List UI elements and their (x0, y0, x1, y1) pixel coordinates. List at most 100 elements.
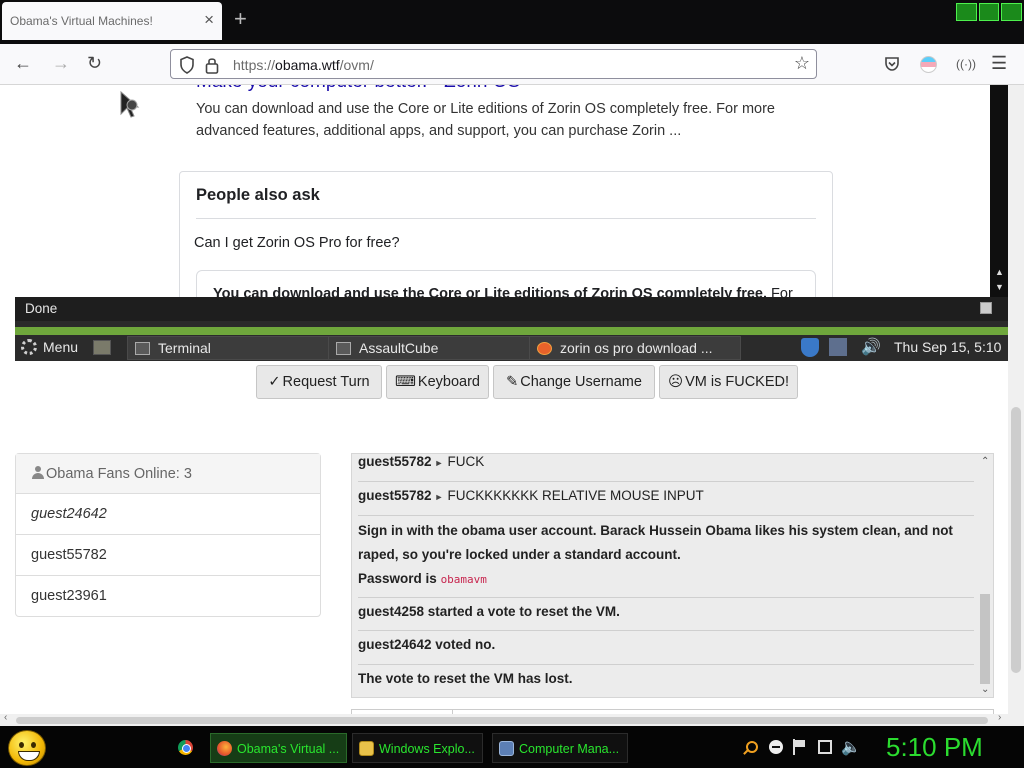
frown-icon: ☹ (667, 374, 684, 390)
divider (358, 515, 974, 516)
divider (358, 597, 974, 598)
vm-task-terminal[interactable]: Terminal (127, 336, 339, 360)
menu-gear-icon (21, 339, 37, 355)
action-center-flag-icon[interactable] (793, 739, 807, 755)
chat-message: guest55782 ► FUCK (358, 454, 974, 469)
user-list-item[interactable]: guest23961 (16, 576, 320, 617)
keyboard-label: Keyboard (417, 374, 480, 390)
divider (358, 664, 974, 665)
vm-menu-button[interactable]: Menu (21, 339, 78, 355)
network-icon[interactable] (829, 338, 847, 356)
close-window-icon[interactable] (1001, 3, 1023, 21)
username: guest23961 (31, 588, 107, 604)
browser-tab[interactable]: Obama's Virtual Machines! × (2, 2, 222, 40)
chat-arrow-icon: ► (434, 492, 444, 502)
vm-clock: Thu Sep 15, 5:10 (894, 339, 1002, 355)
divider (196, 218, 816, 219)
browser-tab-bar: Obama's Virtual Machines! × + (0, 0, 1024, 44)
vm-desktop-panel: Menu Terminal AssaultCube zorin os pro d… (15, 335, 1008, 361)
check-icon: ✓ (268, 374, 281, 390)
tracking-shield-icon[interactable] (179, 56, 195, 74)
chat-system-message: The vote to reset the VM has lost. (358, 671, 573, 686)
chat-username: guest55782 (358, 488, 432, 503)
vm-task-assaultcube[interactable]: AssaultCube (328, 336, 538, 360)
reload-icon[interactable]: ↻ (87, 54, 102, 72)
shield-icon[interactable] (801, 338, 819, 357)
search-icon[interactable] (746, 741, 758, 753)
volume-icon[interactable]: 🔊 (861, 337, 881, 357)
bookmark-star-icon[interactable]: ☆ (794, 54, 810, 72)
firefox-icon (537, 342, 552, 355)
scroll-right-icon[interactable]: › (998, 712, 1001, 723)
url-domain: obama.wtf (275, 57, 340, 73)
new-tab-icon[interactable]: + (234, 8, 247, 30)
back-arrow-icon[interactable]: ← (14, 54, 32, 72)
scrollbar-thumb[interactable] (16, 717, 988, 724)
scroll-up-icon[interactable]: ⌃ (981, 456, 989, 467)
page-vertical-scrollbar[interactable] (1008, 85, 1024, 715)
online-users-header: Obama Fans Online: 3 (16, 454, 320, 494)
vm-scrollbar[interactable]: ▲ ▼ (990, 85, 1008, 297)
vm-task-firefox[interactable]: zorin os pro download ... (529, 336, 741, 360)
forward-arrow-icon[interactable]: → (52, 54, 70, 72)
folder-icon[interactable] (93, 340, 111, 355)
minimize-circle-icon[interactable] (769, 740, 783, 754)
keyboard-button[interactable]: ⌨ Keyboard (386, 365, 489, 399)
request-turn-button[interactable]: ✓ Request Turn (256, 365, 382, 399)
scrollbar-thumb[interactable] (1011, 407, 1021, 673)
hamburger-menu-icon[interactable]: ☰ (991, 54, 1007, 72)
page-horizontal-scrollbar[interactable]: ‹ › (0, 712, 1024, 726)
minimize-icon[interactable] (956, 3, 977, 21)
taskbar-item-explorer[interactable]: Windows Explo... (352, 733, 483, 763)
change-username-button[interactable]: ✎ Change Username (493, 365, 655, 399)
chat-motd: Sign in with the obama user account. Bar… (358, 519, 974, 592)
search-result-heading[interactable]: Make your computer better. - Zorin OS (196, 85, 520, 93)
taskbar-clock[interactable]: 5:10 PM (886, 732, 983, 763)
vm-task-label: zorin os pro download ... (560, 340, 713, 356)
url-text: https://obama.wtf/ovm/ (233, 57, 374, 73)
motd-text: Sign in with the obama user account. Bar… (358, 523, 953, 562)
network-icon[interactable] (818, 740, 832, 754)
user-edit-icon: ✎ (506, 374, 519, 390)
scrollbar-thumb[interactable] (980, 594, 990, 684)
volume-icon[interactable]: 🔈 (841, 737, 861, 757)
taskbar-item-label: Obama's Virtual ... (237, 742, 340, 756)
scroll-up-icon[interactable]: ▲ (995, 267, 1004, 277)
vm-task-label: Terminal (158, 340, 211, 356)
pocket-icon[interactable] (884, 56, 900, 72)
address-bar[interactable]: https://obama.wtf/ovm/ ☆ (170, 49, 817, 79)
account-avatar-icon[interactable] (920, 56, 937, 73)
vm-broken-button[interactable]: ☹ VM is FUCKED! (659, 365, 798, 399)
scroll-down-icon[interactable]: ▼ (995, 282, 1004, 292)
browser-nav-bar: ← → ↻ https://obama.wtf/ovm/ ☆ ((·)) ☰ (0, 44, 1024, 85)
window-icon (336, 342, 351, 355)
chrome-icon[interactable] (178, 740, 193, 755)
change-username-label: Change Username (520, 374, 642, 390)
vm-task-label: AssaultCube (359, 340, 439, 356)
user-list-item[interactable]: guest55782 (16, 535, 320, 576)
paa-question[interactable]: Can I get Zorin OS Pro for free? (194, 235, 400, 251)
chat-arrow-icon: ► (434, 458, 444, 468)
folder-icon (359, 741, 374, 756)
taskbar-item-label: Computer Mana... (519, 742, 620, 756)
chat-panel[interactable]: guest55782 ► FUCK guest55782 ► FUCKKKKKKK RE… (351, 453, 994, 698)
chat-scrollbar[interactable]: ⌃ ⌄ (976, 454, 993, 697)
request-turn-label: Request Turn (282, 374, 370, 390)
windows-taskbar: Obama's Virtual ... Windows Explo... Com… (0, 726, 1024, 768)
taskbar-item-computer-management[interactable]: Computer Mana... (492, 733, 628, 763)
taskbar-item-firefox[interactable]: Obama's Virtual ... (210, 733, 347, 763)
scroll-down-icon[interactable]: ⌄ (981, 684, 989, 695)
lock-icon[interactable] (205, 56, 219, 74)
online-users-count: Obama Fans Online: 3 (46, 466, 192, 482)
people-also-ask-box: People also ask Can I get Zorin OS Pro f… (179, 171, 833, 297)
extension-icon[interactable]: ((·)) (956, 57, 976, 71)
scroll-left-icon[interactable]: ‹ (4, 712, 7, 723)
motd-password: Password is obamavm (358, 567, 974, 592)
firefox-icon (217, 741, 232, 756)
mouse-cursor-icon (120, 90, 140, 118)
tab-close-icon[interactable]: × (204, 11, 214, 28)
maximize-icon[interactable] (978, 3, 1000, 21)
user-list-item[interactable]: guest24642 (16, 494, 320, 535)
start-button-icon[interactable] (8, 730, 46, 766)
vm-display[interactable]: Make your computer better. - Zorin OS Yo… (15, 85, 1008, 361)
